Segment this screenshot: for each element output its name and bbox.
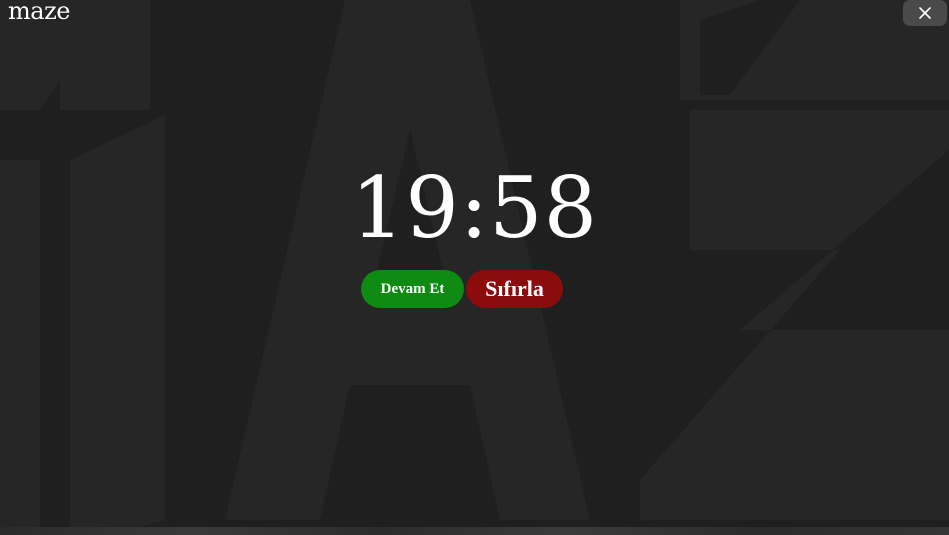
close-button[interactable] (903, 0, 947, 26)
reset-button[interactable]: Sıfırla (466, 270, 563, 308)
timer-controls: Devam Et Sıfırla (0, 270, 949, 308)
bottom-image-strip (0, 527, 949, 535)
app-window: maze 19:58 Devam Et Sıfırla (0, 0, 949, 535)
app-logo: maze (8, 0, 70, 25)
close-icon (919, 7, 931, 19)
timer-display: 19:58 (350, 159, 599, 257)
background-watermark (0, 0, 949, 535)
continue-button[interactable]: Devam Et (361, 270, 464, 308)
watermark-letters (0, 0, 949, 530)
